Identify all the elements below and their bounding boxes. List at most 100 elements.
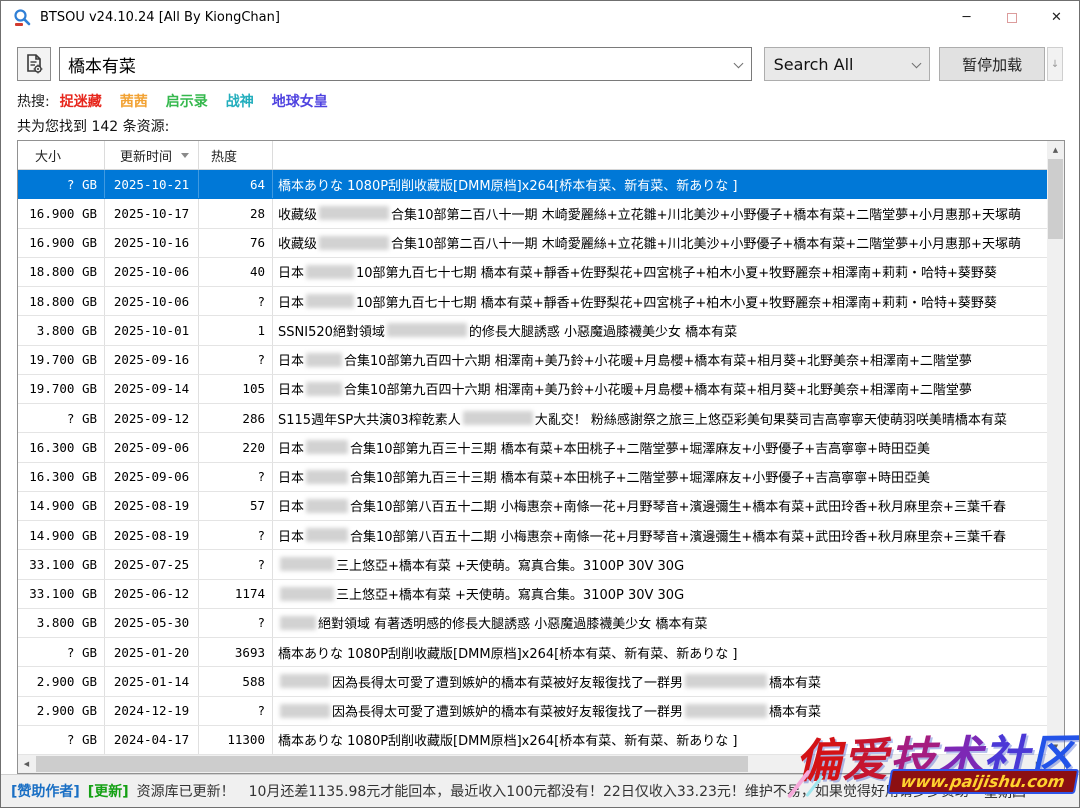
column-header-heat[interactable]: 热度 <box>199 141 273 169</box>
cell-title: 日本合集10部第九百三十三期 橋本有菜+本田桃子+二階堂夢+堀澤麻友+小野優子+… <box>273 433 1047 461</box>
title-text: 10部第九百七十七期 橋本有菜+靜香+佐野梨花+四宮桃子+柏木小夏+牧野麗奈+相… <box>356 262 997 281</box>
table-row[interactable]: 18.800 GB2025-10-06?日本10部第九百七十七期 橋本有菜+靜香… <box>18 287 1047 316</box>
table-row[interactable]: 33.100 GB2025-06-121174 三上悠亞+橋本有菜 +天使萌。寫… <box>18 580 1047 609</box>
censored-text <box>319 236 389 250</box>
cell-title: 收藏级合集10部第二百八十一期 木崎愛麗絲+立花雛+川北美沙+小野優子+橋本有菜… <box>273 199 1047 227</box>
cell-size: 33.100 GB <box>18 550 105 578</box>
maximize-button[interactable] <box>989 1 1034 34</box>
table-row[interactable]: 14.900 GB2025-08-1957日本合集10部第八百五十二期 小梅惠奈… <box>18 492 1047 521</box>
scroll-left-icon[interactable]: ◀ <box>18 755 35 773</box>
cell-title: 因為長得太可愛了遭到嫉妒的橋本有菜被好友報復找了一群男 橋本有菜 <box>273 667 1047 695</box>
scroll-down-icon[interactable]: ▼ <box>1047 738 1064 755</box>
censored-text <box>306 470 348 484</box>
scrollbar-corner <box>1047 755 1064 773</box>
cell-size: 19.700 GB <box>18 346 105 374</box>
minimize-button[interactable]: ─ <box>944 1 989 34</box>
horizontal-scrollbar[interactable]: ◀ ▶ <box>18 755 1047 773</box>
column-header-date[interactable]: 更新时间 <box>105 141 199 169</box>
sponsor-link[interactable]: [赞助作者] <box>11 784 80 800</box>
table-row[interactable]: 3.800 GB2025-10-011SSNI520絕對領域 的修長大腿誘惑 小… <box>18 316 1047 345</box>
cell-size: 2.900 GB <box>18 667 105 695</box>
cell-title: 絕對領域 有著透明感的修長大腿誘惑 小惡魔過膝襪美少女 橋本有菜 <box>273 609 1047 637</box>
hot-search-link[interactable]: 捉迷藏 <box>60 91 102 111</box>
title-text: 日本 <box>278 350 304 369</box>
update-link[interactable]: [更新] <box>88 784 129 800</box>
horizontal-scroll-thumb[interactable] <box>36 756 748 772</box>
cell-date: 2025-01-20 <box>105 638 199 666</box>
column-header-size[interactable]: 大小 <box>18 141 105 169</box>
table-row[interactable]: 3.800 GB2025-05-30?絕對領域 有著透明感的修長大腿誘惑 小惡魔… <box>18 609 1047 638</box>
pause-load-button[interactable]: 暂停加载 <box>939 47 1045 81</box>
cell-title: S115週年SP大共演03榨乾素人 大亂交！ 粉絲感謝祭之旅三上悠亞彩美旬果葵司… <box>273 404 1047 432</box>
censored-text <box>306 440 348 454</box>
title-text: 合集10部第二百八十一期 木崎愛麗絲+立花雛+川北美沙+小野優子+橋本有菜+二階… <box>391 233 1021 252</box>
results-body: ? GB2025-10-2164橋本ありな 1080P刮削收藏版[DMM原档]x… <box>18 170 1047 755</box>
hot-search-link[interactable]: 地球女皇 <box>272 91 328 111</box>
cell-heat: 1174 <box>199 580 273 608</box>
hot-search-bar: 热搜: 捉迷藏茜茜启示录战神地球女皇 <box>17 91 1063 111</box>
table-row[interactable]: 16.900 GB2025-10-1676收藏级合集10部第二百八十一期 木崎愛… <box>18 229 1047 258</box>
app-window: BTSOU v24.10.24 [All By KiongChan] ─ ✕ <box>0 0 1080 808</box>
title-text: 日本 <box>278 262 304 281</box>
table-row[interactable]: 33.100 GB2025-07-25? 三上悠亞+橋本有菜 +天使萌。寫真合集… <box>18 550 1047 579</box>
table-row[interactable]: 16.900 GB2025-10-1728收藏级合集10部第二百八十一期 木崎愛… <box>18 199 1047 228</box>
title-text: 橋本ありな 1080P刮削收藏版[DMM原档]x264[桥本有菜、新有菜、新あり… <box>278 643 737 662</box>
title-text: 因為長得太可愛了遭到嫉妒的橋本有菜被好友報復找了一群男 <box>332 701 683 720</box>
table-row[interactable]: ? GB2024-04-1711300橋本ありな 1080P刮削收藏版[DMM原… <box>18 726 1047 755</box>
hot-search-link[interactable]: 战神 <box>226 91 254 111</box>
title-text: 日本 <box>278 467 304 486</box>
hot-search-link[interactable]: 茜茜 <box>120 91 148 111</box>
column-header-title[interactable] <box>273 141 1047 169</box>
cell-heat: 40 <box>199 258 273 286</box>
scroll-up-icon[interactable]: ▲ <box>1047 141 1064 158</box>
table-row[interactable]: 2.900 GB2025-01-14588 因為長得太可愛了遭到嫉妒的橋本有菜被… <box>18 667 1047 696</box>
cell-size: 14.900 GB <box>18 492 105 520</box>
engine-select-value: Search All <box>774 55 854 74</box>
table-row[interactable]: 19.700 GB2025-09-16?日本合集10部第九百四十六期 相澤南+美… <box>18 346 1047 375</box>
window-title: BTSOU v24.10.24 [All By KiongChan] <box>40 10 280 25</box>
cell-size: 33.100 GB <box>18 580 105 608</box>
load-more-button[interactable]: ↓ <box>1047 47 1063 81</box>
cell-title: 因為長得太可愛了遭到嫉妒的橋本有菜被好友報復找了一群男 橋本有菜 <box>273 697 1047 725</box>
title-text: 因為長得太可愛了遭到嫉妒的橋本有菜被好友報復找了一群男 <box>332 672 683 691</box>
cell-heat: 28 <box>199 199 273 227</box>
title-text: 日本 <box>278 292 304 311</box>
status-bar: [赞助作者][更新]资源库已更新！10月还差1135.98元才能回本，最近收入1… <box>1 774 1079 807</box>
cell-heat: 105 <box>199 375 273 403</box>
cell-heat: ? <box>199 346 273 374</box>
title-text: 合集10部第九百三十三期 橋本有菜+本田桃子+二階堂夢+堀澤麻友+小野優子+吉高… <box>350 467 930 486</box>
table-row[interactable]: ? GB2025-01-203693橋本ありな 1080P刮削收藏版[DMM原档… <box>18 638 1047 667</box>
cell-heat: 3693 <box>199 638 273 666</box>
vertical-scrollbar[interactable]: ▲ ▼ <box>1047 141 1064 755</box>
censored-text <box>306 382 342 396</box>
cell-date: 2025-10-21 <box>105 170 199 198</box>
engine-select[interactable]: Search All <box>764 47 931 81</box>
search-input[interactable]: 橋本有菜 <box>59 47 752 81</box>
censored-text <box>306 499 348 513</box>
close-button[interactable]: ✕ <box>1034 1 1079 34</box>
cell-date: 2025-05-30 <box>105 609 199 637</box>
vertical-scroll-thumb[interactable] <box>1048 159 1063 239</box>
cell-date: 2025-08-19 <box>105 492 199 520</box>
search-settings-button[interactable] <box>17 47 51 81</box>
cell-size: 19.700 GB <box>18 375 105 403</box>
table-row[interactable]: ? GB2025-10-2164橋本ありな 1080P刮削收藏版[DMM原档]x… <box>18 170 1047 199</box>
table-row[interactable]: 19.700 GB2025-09-14105日本合集10部第九百四十六期 相澤南… <box>18 375 1047 404</box>
censored-text <box>685 674 767 688</box>
table-row[interactable]: 14.900 GB2025-08-19?日本合集10部第八百五十二期 小梅惠奈+… <box>18 521 1047 550</box>
table-row[interactable]: 2.900 GB2024-12-19? 因為長得太可愛了遭到嫉妒的橋本有菜被好友… <box>18 697 1047 726</box>
censored-text <box>685 704 767 718</box>
table-row[interactable]: 18.800 GB2025-10-0640日本10部第九百七十七期 橋本有菜+靜… <box>18 258 1047 287</box>
title-bar: BTSOU v24.10.24 [All By KiongChan] ─ ✕ <box>1 1 1079 34</box>
chevron-down-icon <box>733 58 743 68</box>
title-text: 合集10部第八百五十二期 小梅惠奈+南條一花+月野琴音+濱邊彌生+橋本有菜+武田… <box>350 526 1006 545</box>
cell-date: 2025-09-06 <box>105 433 199 461</box>
scroll-right-icon[interactable]: ▶ <box>1030 755 1047 773</box>
table-row[interactable]: ? GB2025-09-12286S115週年SP大共演03榨乾素人 大亂交！ … <box>18 404 1047 433</box>
censored-text <box>463 411 533 425</box>
hot-search-link[interactable]: 启示录 <box>166 91 208 111</box>
cell-date: 2025-10-06 <box>105 258 199 286</box>
table-row[interactable]: 16.300 GB2025-09-06?日本合集10部第九百三十三期 橋本有菜+… <box>18 463 1047 492</box>
table-row[interactable]: 16.300 GB2025-09-06220日本合集10部第九百三十三期 橋本有… <box>18 433 1047 462</box>
table-header: 大小 更新时间 热度 <box>18 141 1047 170</box>
